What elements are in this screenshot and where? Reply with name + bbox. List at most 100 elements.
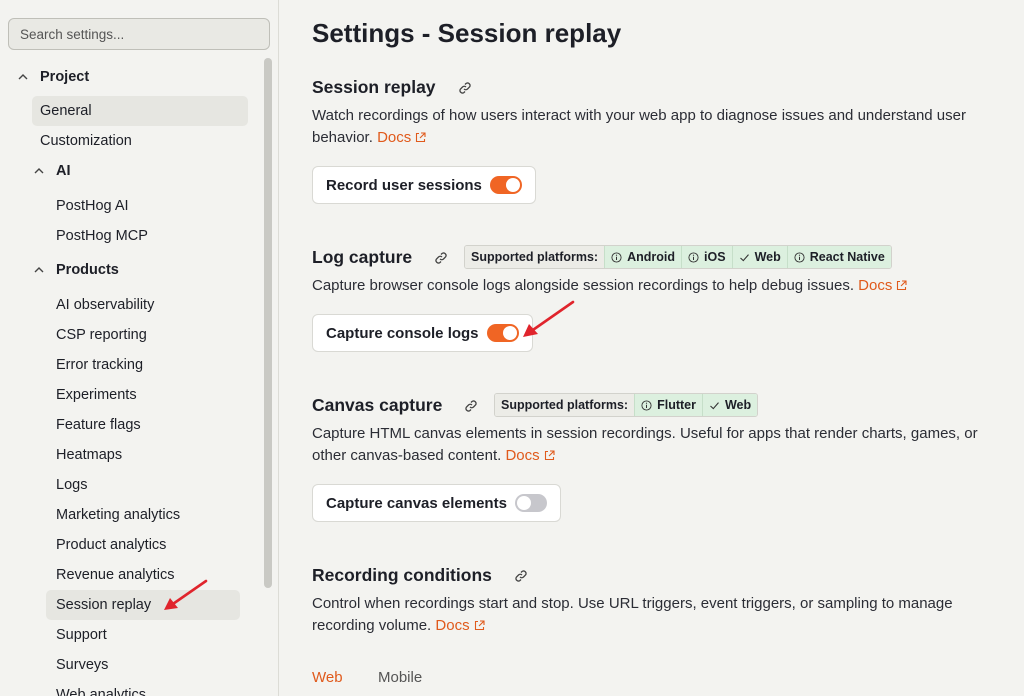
sidebar-item-label: Feature flags xyxy=(56,417,141,433)
sidebar-item-experiments[interactable]: Experiments xyxy=(56,380,137,410)
nav-group-products[interactable]: Products xyxy=(32,255,119,285)
docs-link-label: Docs xyxy=(858,277,893,294)
capture-canvas-toggle-card[interactable]: Capture canvas elements xyxy=(312,484,561,522)
sidebar-item-label: Revenue analytics xyxy=(56,567,175,583)
sidebar-item-general[interactable]: General xyxy=(32,96,248,126)
link-icon[interactable] xyxy=(514,569,528,583)
sidebar-item-label: Error tracking xyxy=(56,357,144,373)
chevron-up-icon xyxy=(34,267,44,273)
sidebar-item-posthog-ai[interactable]: PostHog AI xyxy=(56,191,129,221)
section-title-log-capture: Log capture xyxy=(312,247,448,268)
platform-chip-web: Web xyxy=(701,394,758,416)
sidebar-item-logs[interactable]: Logs xyxy=(56,470,87,500)
tab-web[interactable]: Web xyxy=(312,669,343,686)
sidebar-item-session-replay[interactable]: Session replay xyxy=(46,590,240,620)
sidebar-item-posthog-mcp[interactable]: PostHog MCP xyxy=(56,221,148,251)
nav-group-project[interactable]: Project xyxy=(16,62,89,92)
section-description: Control when recordings start and stop. … xyxy=(312,593,992,637)
sidebar-item-label: Surveys xyxy=(56,657,109,673)
platforms-label: Supported platforms: xyxy=(465,246,605,268)
check-icon xyxy=(710,401,719,409)
docs-link[interactable]: Docs xyxy=(435,617,485,634)
link-icon[interactable] xyxy=(434,251,448,265)
platform-name: iOS xyxy=(704,250,726,264)
section-description: Capture browser console logs alongside s… xyxy=(312,275,992,297)
section-title-canvas-capture: Canvas capture xyxy=(312,395,478,416)
external-link-icon xyxy=(474,620,485,631)
link-icon[interactable] xyxy=(464,399,478,413)
sidebar-item-label: Product analytics xyxy=(56,537,167,553)
platform-name: Web xyxy=(754,250,781,264)
external-link-icon xyxy=(897,280,907,291)
sidebar-item-web-analytics[interactable]: Web analytics xyxy=(56,680,146,696)
sidebar-item-surveys[interactable]: Surveys xyxy=(56,650,108,680)
section-title-label: Recording conditions xyxy=(312,565,492,585)
sidebar-item-label: Logs xyxy=(56,477,88,493)
sidebar-item-product-analytics[interactable]: Product analytics xyxy=(56,530,166,560)
search-input[interactable]: Search settings... xyxy=(8,18,270,50)
sidebar-item-support[interactable]: Support xyxy=(56,620,107,650)
chevron-up-icon xyxy=(34,168,44,174)
docs-link-label: Docs xyxy=(435,617,470,634)
platform-chip-android: Android xyxy=(604,246,682,268)
platforms-label: Supported platforms: xyxy=(495,394,635,416)
toggle-label: Record user sessions xyxy=(326,176,482,194)
section-description-text: Capture browser console logs alongside s… xyxy=(312,277,854,294)
record-sessions-switch[interactable] xyxy=(489,176,522,194)
info-icon xyxy=(641,399,652,411)
sidebar-item-label: CSP reporting xyxy=(56,327,147,343)
sidebar-item-csp-reporting[interactable]: CSP reporting xyxy=(56,320,147,350)
nav-group-label: Project xyxy=(40,69,90,85)
sidebar-item-error-tracking[interactable]: Error tracking xyxy=(56,350,143,380)
docs-link-label: Docs xyxy=(377,129,412,146)
toggle-label: Capture console logs xyxy=(326,324,479,342)
sidebar-item-ai-observability[interactable]: AI observability xyxy=(56,290,154,320)
search-placeholder: Search settings... xyxy=(20,26,125,42)
sidebar-item-revenue-analytics[interactable]: Revenue analytics xyxy=(56,560,175,590)
section-title-label: Session replay xyxy=(312,77,436,97)
section-description: Watch recordings of how users interact w… xyxy=(312,105,992,149)
nav-group-ai[interactable]: AI xyxy=(32,156,71,186)
sidebar-item-label: Experiments xyxy=(56,387,137,403)
capture-canvas-switch[interactable] xyxy=(514,494,547,512)
sidebar-item-label: Marketing analytics xyxy=(56,507,181,523)
nav-group-label: AI xyxy=(56,163,71,179)
settings-sidebar: Search settings... Project General Custo… xyxy=(0,0,279,696)
docs-link[interactable]: Docs xyxy=(858,277,907,294)
sidebar-item-label: Customization xyxy=(40,133,132,149)
sidebar-item-label: AI observability xyxy=(56,297,155,313)
sidebar-item-label: PostHog AI xyxy=(56,198,129,214)
section-title-session-replay: Session replay xyxy=(312,77,472,98)
docs-link[interactable]: Docs xyxy=(377,129,426,146)
sidebar-item-label: PostHog MCP xyxy=(56,228,148,244)
sidebar-item-label: General xyxy=(40,103,92,119)
platform-name: Web xyxy=(724,398,752,412)
external-link-icon xyxy=(544,450,555,461)
link-icon[interactable] xyxy=(458,81,472,95)
info-icon xyxy=(688,251,699,263)
section-description-text: Capture HTML canvas elements in session … xyxy=(312,425,978,464)
sidebar-item-heatmaps[interactable]: Heatmaps xyxy=(56,440,122,470)
platform-chip-flutter: Flutter xyxy=(634,394,702,416)
capture-console-logs-toggle-card[interactable]: Capture console logs xyxy=(312,314,533,352)
record-sessions-toggle-card[interactable]: Record user sessions xyxy=(312,166,536,204)
sidebar-scrollbar[interactable] xyxy=(264,58,272,588)
capture-console-logs-switch[interactable] xyxy=(486,324,519,342)
sidebar-item-customization[interactable]: Customization xyxy=(40,126,132,156)
switch-knob xyxy=(502,326,517,340)
settings-main: Settings - Session replay Session replay… xyxy=(278,0,1024,696)
sidebar-item-marketing-analytics[interactable]: Marketing analytics xyxy=(56,500,180,530)
sidebar-item-label: Support xyxy=(56,627,107,643)
platform-chip-ios: iOS xyxy=(681,246,732,268)
info-icon xyxy=(611,251,622,263)
switch-knob xyxy=(505,178,520,192)
section-description: Capture HTML canvas elements in session … xyxy=(312,423,992,467)
chevron-up-icon xyxy=(18,74,28,80)
sidebar-item-feature-flags[interactable]: Feature flags xyxy=(56,410,141,440)
docs-link[interactable]: Docs xyxy=(505,447,555,464)
tab-mobile[interactable]: Mobile xyxy=(378,669,422,686)
check-icon xyxy=(739,253,749,261)
info-icon xyxy=(794,251,805,263)
platform-chip-web: Web xyxy=(731,246,787,268)
sidebar-item-label: Web analytics xyxy=(56,687,146,696)
